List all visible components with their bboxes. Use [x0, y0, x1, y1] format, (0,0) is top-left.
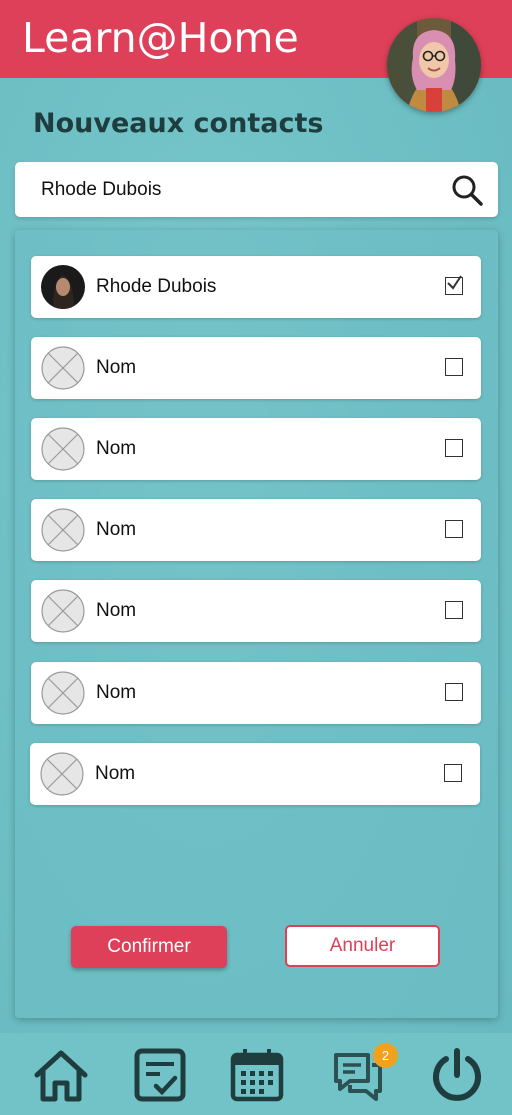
tasks-icon[interactable] — [130, 1045, 190, 1105]
contact-row[interactable]: Nom — [30, 743, 480, 805]
search-icon[interactable] — [450, 173, 484, 207]
contact-name: Nom — [96, 357, 137, 378]
contact-checkbox[interactable] — [445, 601, 463, 619]
cancel-button[interactable]: Annuler — [285, 925, 440, 967]
placeholder-avatar-icon — [41, 427, 85, 471]
calendar-icon[interactable] — [227, 1045, 287, 1105]
home-icon[interactable] — [31, 1045, 91, 1105]
placeholder-avatar-icon — [41, 671, 85, 715]
bottom-nav — [0, 1033, 512, 1115]
chat-badge: 2 — [373, 1043, 398, 1068]
contact-row[interactable]: Nom — [31, 662, 481, 724]
search-bar[interactable]: Rhode Dubois — [15, 162, 498, 217]
search-input[interactable]: Rhode Dubois — [41, 179, 161, 201]
contact-row[interactable]: Rhode Dubois — [31, 256, 481, 318]
placeholder-avatar-icon — [40, 752, 84, 796]
contact-avatar — [41, 265, 85, 309]
contact-name: Nom — [96, 519, 137, 540]
app-title: Learn@Home — [22, 14, 299, 62]
contact-name: Nom — [96, 682, 137, 703]
placeholder-avatar-icon — [41, 508, 85, 552]
contact-checkbox[interactable] — [445, 275, 463, 295]
contact-checkbox[interactable] — [445, 358, 463, 376]
contact-checkbox[interactable] — [445, 439, 463, 457]
page-title: Nouveaux contacts — [33, 108, 324, 139]
contact-checkbox[interactable] — [445, 683, 463, 701]
power-icon[interactable] — [427, 1045, 487, 1105]
contact-name: Nom — [96, 600, 137, 621]
placeholder-avatar-icon — [41, 589, 85, 633]
contact-checkbox[interactable] — [445, 520, 463, 538]
contact-row[interactable]: Nom — [31, 499, 481, 561]
contact-name: Rhode Dubois — [96, 276, 217, 297]
confirm-button[interactable]: Confirmer — [71, 926, 227, 968]
contact-name: Nom — [96, 438, 137, 459]
contact-row[interactable]: Nom — [31, 337, 481, 399]
contact-row[interactable]: Nom — [31, 418, 481, 480]
user-avatar[interactable] — [387, 18, 481, 112]
contact-checkbox[interactable] — [444, 764, 462, 782]
contact-name: Nom — [95, 763, 136, 784]
contact-row[interactable]: Nom — [31, 580, 481, 642]
placeholder-avatar-icon — [41, 346, 85, 390]
